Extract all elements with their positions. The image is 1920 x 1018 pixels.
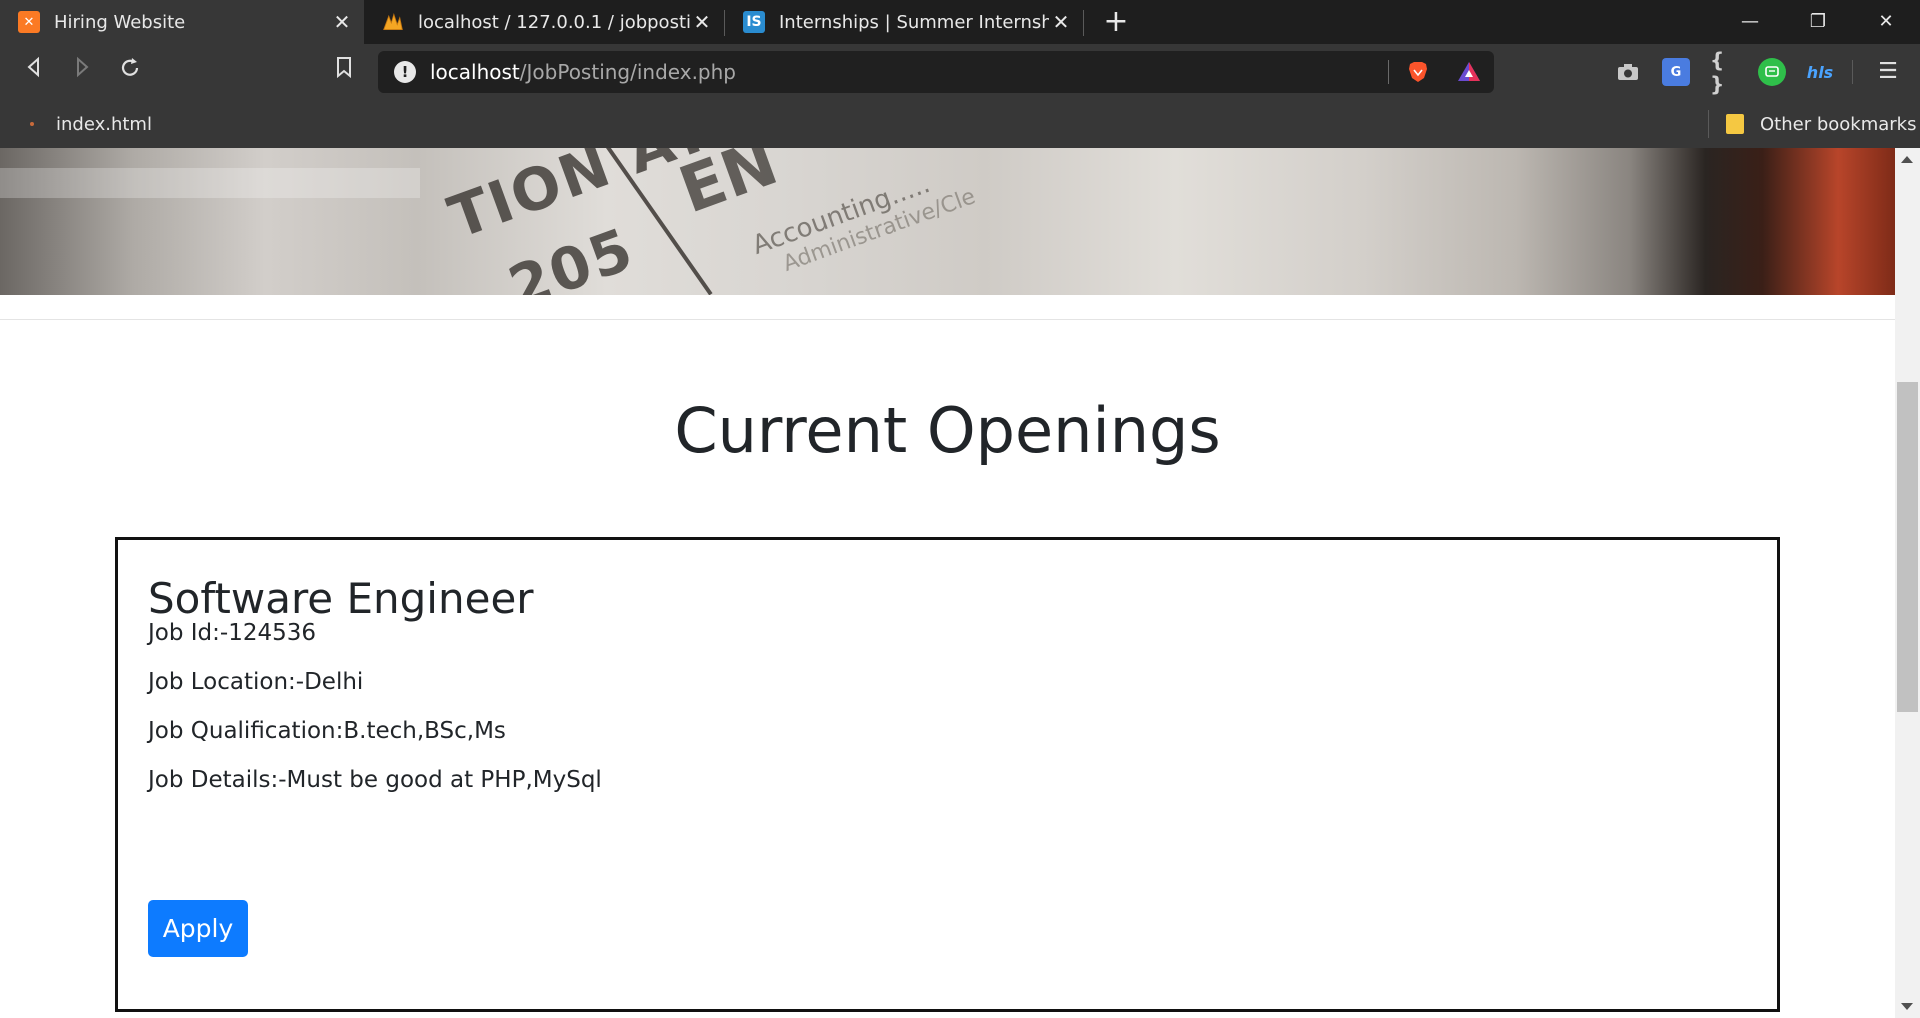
xampp-icon: ✕ [18, 11, 40, 33]
tab-internshala[interactable]: IS Internships | Summer Internship 20 ✕ [725, 0, 1083, 44]
tab-strip: ✕ Hiring Website ✕ localhost / 127.0.0.1… [0, 0, 1920, 44]
new-tab-button[interactable]: + [1098, 4, 1134, 40]
camera-extension-icon[interactable] [1614, 58, 1642, 86]
banner-stripe [0, 168, 420, 198]
brave-rewards-icon[interactable] [1456, 60, 1482, 84]
close-tab-icon[interactable]: ✕ [330, 10, 354, 34]
google-translate-icon[interactable]: G [1662, 58, 1690, 86]
brave-shields-icon[interactable] [1406, 60, 1430, 84]
bookmarks-bar: index.html Other bookmarks [0, 100, 1920, 148]
tab-title: Internships | Summer Internship 20 [779, 11, 1049, 33]
chat-extension-icon[interactable] [1758, 58, 1786, 86]
banner-text: EN [670, 148, 788, 229]
page-title: Current Openings [674, 394, 1221, 467]
tab-hiring-website[interactable]: ✕ Hiring Website ✕ [0, 0, 364, 44]
url-host: localhost [430, 60, 520, 84]
other-bookmarks-label: Other bookmarks [1760, 113, 1917, 135]
job-card: Software Engineer Job Id:-124536 Job Loc… [115, 537, 1780, 1012]
section-divider [0, 319, 1895, 320]
close-tab-icon[interactable]: ✕ [1049, 10, 1073, 34]
menu-icon[interactable]: ☰ [1872, 56, 1904, 88]
tab-separator [1083, 10, 1084, 36]
bookmark-label: index.html [56, 113, 152, 135]
job-id: Job Id:-124536 [148, 620, 316, 646]
scrollbar-thumb[interactable] [1897, 382, 1918, 712]
job-qualification: Job Qualification:B.tech,BSc,Ms [148, 718, 506, 744]
minimize-button[interactable]: — [1716, 0, 1784, 44]
browser-toolbar: ! localhost/JobPosting/index.php G { } h… [0, 44, 1920, 100]
other-bookmarks[interactable]: Other bookmarks [1726, 100, 1916, 148]
internshala-icon: IS [743, 11, 765, 33]
restore-button[interactable]: ❐ [1784, 0, 1852, 44]
tab-phpmyadmin[interactable]: localhost / 127.0.0.1 / jobposting | ✕ [364, 0, 724, 44]
hero-banner-image: TION AT: 205 EN Accounting..... Administ… [0, 148, 1895, 295]
page-scrollbar[interactable] [1895, 148, 1920, 1018]
toolbar-separator [1852, 60, 1853, 84]
job-location: Job Location:-Delhi [148, 669, 364, 695]
url-path: /JobPosting/index.php [519, 60, 737, 84]
folder-icon [1726, 114, 1744, 134]
phpmyadmin-icon [382, 11, 404, 33]
bookmark-icon[interactable] [328, 56, 360, 88]
scroll-up-arrow-icon[interactable] [1901, 156, 1913, 163]
hls-extension-icon[interactable]: hls [1806, 58, 1834, 86]
close-tab-icon[interactable]: ✕ [690, 10, 714, 34]
close-window-button[interactable]: ✕ [1852, 0, 1920, 44]
job-title: Software Engineer [148, 574, 534, 623]
back-button[interactable] [18, 56, 50, 88]
urlbar-separator [1388, 60, 1389, 84]
scroll-down-arrow-icon[interactable] [1901, 1003, 1913, 1010]
bookmark-index-html[interactable]: index.html [30, 100, 152, 148]
page-icon [30, 122, 34, 126]
tab-title: Hiring Website [54, 11, 186, 33]
page-viewport: TION AT: 205 EN Accounting..... Administ… [0, 148, 1895, 1018]
job-details: Job Details:-Must be good at PHP,MySql [148, 767, 602, 793]
address-bar[interactable]: ! localhost/JobPosting/index.php [378, 51, 1494, 93]
forward-button[interactable] [66, 56, 98, 88]
json-formatter-icon[interactable]: { } [1710, 48, 1738, 96]
tab-title: localhost / 127.0.0.1 / jobposting | [418, 11, 690, 33]
bookmarks-separator [1708, 110, 1709, 138]
reload-button[interactable] [114, 56, 146, 88]
apply-button[interactable]: Apply [148, 900, 248, 957]
site-info-icon[interactable]: ! [394, 61, 416, 83]
